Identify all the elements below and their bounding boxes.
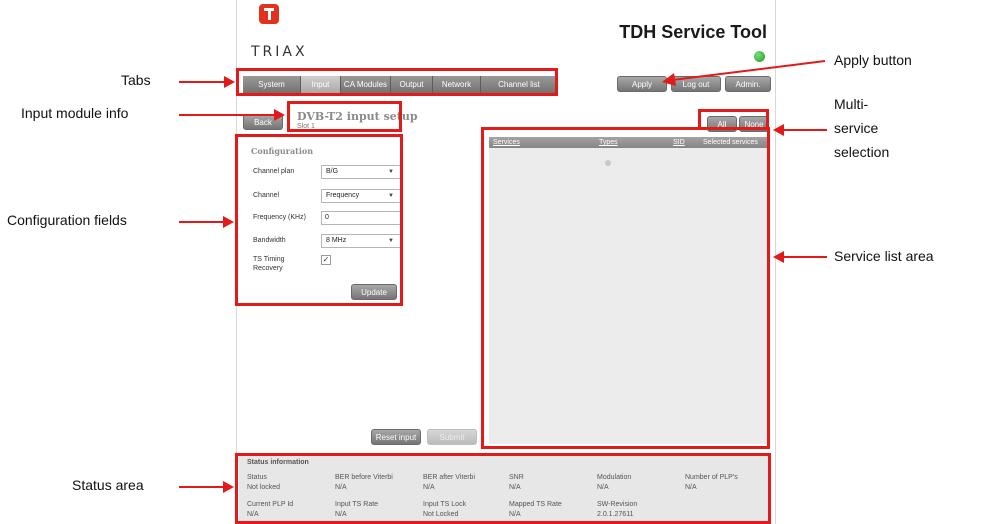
arrow-left-icon [662,73,676,86]
tabs-highlight-box [236,68,558,96]
service-list-arrow-line [783,256,827,258]
arrow-right-icon [223,216,234,228]
module-info-highlight-box [287,101,402,132]
multi-service-annotation-3: selection [834,144,890,160]
multi-select-arrow-line [783,129,827,131]
apply-arrow-line [671,60,826,81]
module-info-arrow-line [179,114,275,116]
configuration-highlight-box [235,134,403,306]
configuration-arrow-line [179,221,224,223]
service-list-area-annotation: Service list area [834,248,934,264]
tabs-annotation: Tabs [121,72,151,88]
logo-text: TRIAX [251,44,308,60]
tabs-arrow-line [179,81,225,83]
multi-service-annotation-1: Multi- [834,96,869,112]
reset-input-button[interactable]: Reset input [371,429,421,445]
arrow-right-icon [274,109,285,121]
configuration-fields-annotation: Configuration fields [7,212,127,228]
status-arrow-line [179,486,224,488]
submit-button[interactable]: Submit [427,429,477,445]
arrow-right-icon [223,481,234,493]
service-list-highlight-box [481,127,770,449]
apply-button-annotation: Apply button [834,52,912,68]
status-area-annotation: Status area [72,477,144,493]
app-title: TDH Service Tool [619,22,767,42]
input-module-info-annotation: Input module info [21,105,129,121]
arrow-right-icon [224,76,235,88]
status-highlight-box [235,453,771,524]
multi-service-annotation-2: service [834,120,879,136]
triax-logo-icon [259,4,279,24]
apply-arrow [662,60,826,86]
